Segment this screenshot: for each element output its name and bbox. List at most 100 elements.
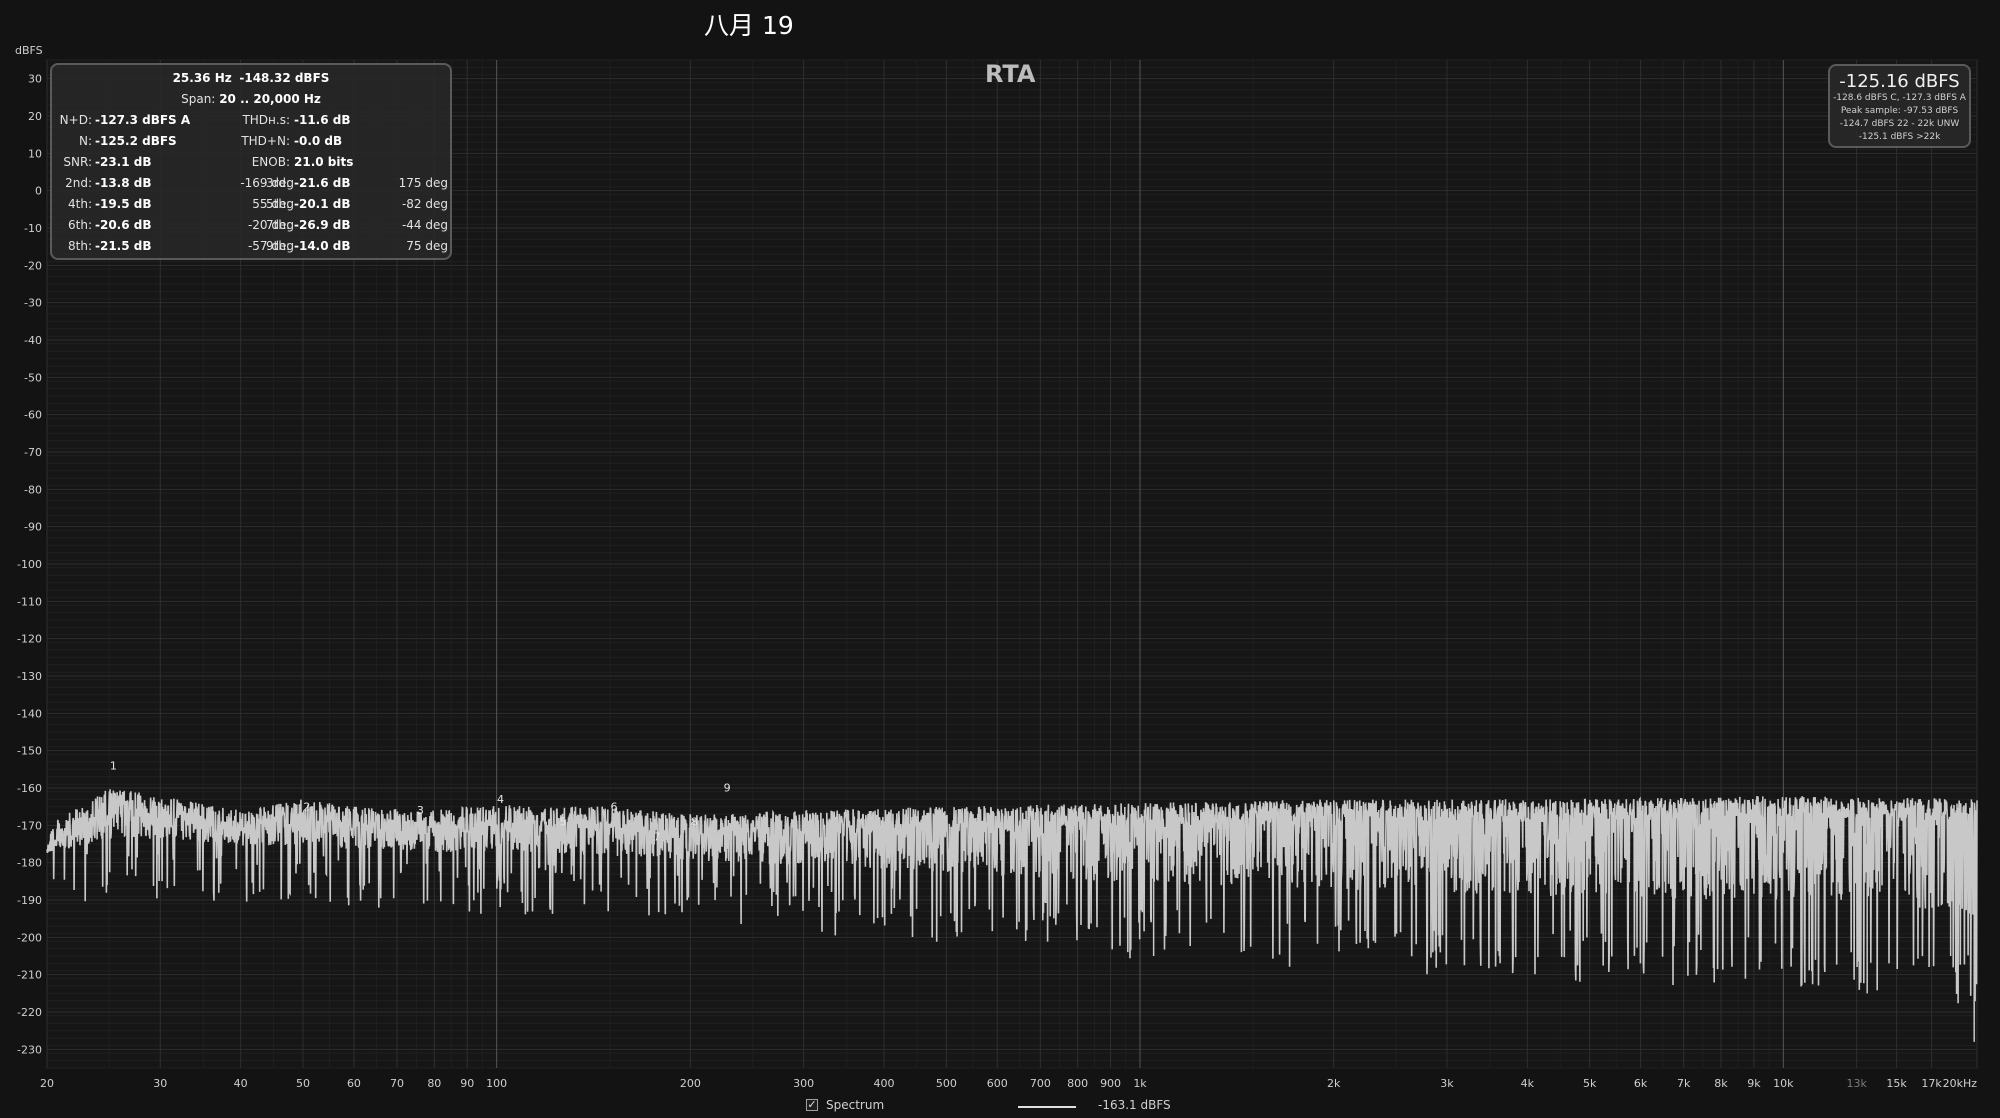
- y-tick-label: -90: [24, 521, 42, 534]
- x-tick-label: 4k: [1521, 1077, 1535, 1090]
- x-tick-label: 15k: [1886, 1077, 1907, 1090]
- stat-value: -20.1 dB: [294, 197, 351, 211]
- harmonic-marker: 7: [653, 830, 660, 843]
- y-tick-label: -20: [24, 259, 42, 272]
- y-tick-label: -170: [17, 819, 42, 832]
- x-tick-label: 400: [873, 1077, 894, 1090]
- y-tick-label: -10: [24, 222, 42, 235]
- stat-label: 4th:: [68, 197, 92, 211]
- cursor-frequency: 25.36 Hz: [172, 71, 232, 85]
- x-tick-label: 90: [460, 1077, 474, 1090]
- stats-span: Span: 20 .. 20,000 Hz: [52, 92, 450, 106]
- stat-label: 6th:: [68, 218, 92, 232]
- y-tick-label: 10: [28, 147, 42, 160]
- x-tick-label: 300: [793, 1077, 814, 1090]
- span-label: Span:: [181, 92, 216, 106]
- stat-value: -127.3 dBFS A: [95, 113, 191, 127]
- chart-title: RTA: [985, 60, 1036, 88]
- y-tick-label: -180: [17, 857, 42, 870]
- y-tick-label: -30: [24, 297, 42, 310]
- x-tick-label: 2k: [1327, 1077, 1341, 1090]
- y-tick-label: -120: [17, 633, 42, 646]
- stat-value: -23.1 dB: [95, 155, 152, 169]
- y-tick-label: -110: [17, 595, 42, 608]
- y-tick-labels: 30 20 10 0 -10 -20 -30 -40 -50 -60 -70 -80 -90 -100 -1…: [17, 73, 42, 1057]
- y-tick-label: -60: [24, 409, 42, 422]
- stat-value: -20.6 dB: [95, 218, 152, 232]
- stats-row: 2nd: -13.8 dB -169 deg 3rd: -21.6 dB 175 deg: [52, 176, 450, 194]
- y-tick-label: -220: [17, 1006, 42, 1019]
- stat-value: -21.5 dB: [95, 239, 152, 253]
- stat-value: -14.0 dB: [294, 239, 351, 253]
- x-tick-label: 100: [486, 1077, 507, 1090]
- y-tick-label: -140: [17, 707, 42, 720]
- stat-label: THD+N:: [241, 134, 290, 148]
- x-tick-label: 6k: [1634, 1077, 1648, 1090]
- x-tick-label: 3k: [1440, 1077, 1454, 1090]
- stat-label: 5th:: [266, 197, 290, 211]
- x-tick-label: 200: [680, 1077, 701, 1090]
- stat-value: 21.0 bits: [294, 155, 354, 169]
- stats-cursor-readout: 25.36 Hz -148.32 dBFS: [52, 71, 450, 85]
- harmonic-marker: 9: [724, 782, 731, 795]
- y-tick-label: -100: [17, 558, 42, 571]
- stat-phase: 175 deg: [398, 176, 448, 190]
- x-tick-label: 60: [347, 1077, 361, 1090]
- x-tick-label: 900: [1100, 1077, 1121, 1090]
- harmonic-marker: 1: [110, 759, 117, 772]
- harmonic-marker: 5: [560, 815, 567, 828]
- stat-label: N:: [78, 134, 92, 148]
- x-tick-label: 10k: [1773, 1077, 1794, 1090]
- y-tick-label: -40: [24, 334, 42, 347]
- x-tick-label: 600: [987, 1077, 1008, 1090]
- x-tick-label: 20kHz: [1943, 1077, 1978, 1090]
- level-main-value: -125.16 dBFS: [1839, 71, 1960, 92]
- x-tick-label: 30: [153, 1077, 167, 1090]
- stat-label: SNR:: [63, 155, 92, 169]
- y-tick-label: -160: [17, 782, 42, 795]
- stat-label: 7th:: [266, 218, 290, 232]
- level-unweighted: -124.7 dBFS 22 - 22k UNW: [1839, 119, 1960, 129]
- stat-value: -0.0 dB: [294, 134, 343, 148]
- stats-row: SNR: -23.1 dB ENOB: 21.0 bits: [52, 155, 450, 173]
- y-tick-label: 20: [28, 110, 42, 123]
- stat-label: 2nd:: [65, 176, 92, 190]
- y-tick-label: -210: [17, 969, 42, 982]
- y-tick-label: -50: [24, 371, 42, 384]
- y-tick-label: 30: [28, 73, 42, 86]
- y-tick-label: -200: [17, 931, 42, 944]
- x-tick-label: 17k: [1921, 1077, 1942, 1090]
- x-tick-label: 80: [427, 1077, 441, 1090]
- cursor-level: -148.32 dBFS: [239, 71, 330, 85]
- legend-spectrum-value: -163.1 dBFS: [1098, 1098, 1171, 1112]
- level-above-22k: -125.1 dBFS >22k: [1858, 132, 1941, 142]
- x-tick-label: 50: [296, 1077, 310, 1090]
- harmonic-marker: 3: [417, 804, 424, 817]
- x-tick-label: 800: [1067, 1077, 1088, 1090]
- stat-value: -26.9 dB: [294, 218, 351, 232]
- stat-value: -19.5 dB: [95, 197, 152, 211]
- stat-value: -125.2 dBFS: [95, 134, 177, 148]
- stats-row: 8th: -21.5 dB -57 deg 9th: -14.0 dB 75 deg: [52, 239, 450, 257]
- y-tick-label: -80: [24, 483, 42, 496]
- stat-label: 9th:: [266, 239, 290, 253]
- y-tick-label: -190: [17, 894, 42, 907]
- stats-row: 6th: -20.6 dB -20 deg 7th: -26.9 dB -44 deg: [52, 218, 450, 236]
- span-value: 20 .. 20,000 Hz: [219, 92, 321, 106]
- x-tick-labels: 20 30 40 50 60 70 80 90 100 200 300 400 500 600 700 800…: [40, 1077, 1977, 1090]
- x-tick-label: 5k: [1583, 1077, 1597, 1090]
- stat-value: -13.8 dB: [95, 176, 152, 190]
- y-tick-label: -130: [17, 670, 42, 683]
- x-tick-label: 20: [40, 1077, 54, 1090]
- x-tick-label: 500: [936, 1077, 957, 1090]
- stats-row: N: -125.2 dBFS THD+N: -0.0 dB: [52, 134, 450, 152]
- stat-label: 8th:: [68, 239, 92, 253]
- x-tick-label: 40: [234, 1077, 248, 1090]
- spectrum-checkbox[interactable]: ✓: [806, 1099, 818, 1111]
- x-tick-label: 7k: [1677, 1077, 1691, 1090]
- harmonic-marker: 2: [303, 800, 310, 813]
- x-tick-label: 13k: [1846, 1077, 1867, 1090]
- level-weighted: -128.6 dBFS C, -127.3 dBFS A: [1833, 93, 1966, 103]
- x-tick-label: 700: [1030, 1077, 1051, 1090]
- y-tick-label: 0: [35, 185, 42, 198]
